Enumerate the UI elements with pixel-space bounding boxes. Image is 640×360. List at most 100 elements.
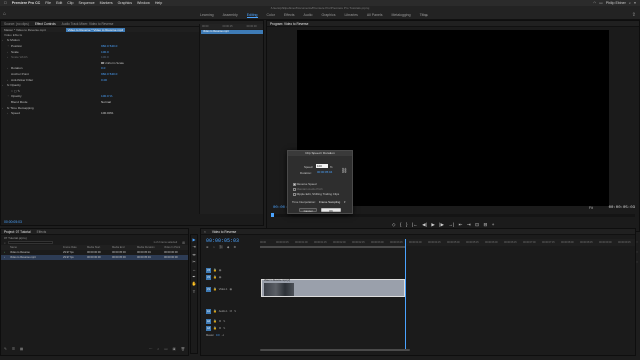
export-frame-icon[interactable]: ⊡: [475, 222, 479, 227]
lift-icon[interactable]: ⇤: [459, 222, 463, 227]
effect-controls-mini-timeline[interactable]: 00:00 00:00:15 00:00:30 Video to Reverse…: [199, 24, 263, 214]
apple-icon[interactable]: : [4, 1, 7, 5]
track-a3[interactable]: A3 🔒 M S: [206, 325, 260, 331]
add-marker-icon[interactable]: ◆: [227, 245, 229, 249]
project-row[interactable]: ▪ Video to Reverse.mp4 29.97 fps 00:00:0…: [1, 255, 188, 260]
menu-window[interactable]: Window: [137, 1, 150, 5]
search-icon[interactable]: ⌕: [629, 1, 631, 5]
project-search-input[interactable]: [7, 240, 53, 245]
interpolation-select[interactable]: Frame Sampling: [319, 200, 340, 204]
menu-markers[interactable]: Markers: [100, 1, 113, 5]
reverse-speed-option[interactable]: Reverse Speed: [293, 182, 317, 186]
tab-effects[interactable]: Effects: [37, 230, 47, 234]
extract-icon[interactable]: ⇥: [467, 222, 471, 227]
speed-input[interactable]: 100: [316, 164, 328, 168]
tab-source[interactable]: Source: (no clips): [4, 22, 29, 26]
step-forward-icon[interactable]: |▶: [439, 222, 444, 227]
ws-assembly[interactable]: Assembly: [223, 13, 238, 17]
ripple-edit-option[interactable]: Ripple Edit, Shifting Trailing Clips: [293, 192, 339, 196]
list-view-icon[interactable]: ☰: [12, 347, 15, 351]
link-icon[interactable]: ⛓: [341, 168, 347, 174]
nest-icon[interactable]: ⊕: [206, 245, 209, 249]
trash-icon[interactable]: 🗑: [181, 347, 185, 351]
maintain-pitch-checkbox[interactable]: [293, 187, 296, 191]
razor-icon[interactable]: ✂: [192, 259, 195, 264]
menu-file[interactable]: File: [45, 1, 51, 5]
mark-in-icon[interactable]: {: [400, 222, 402, 227]
scroll-up-icon[interactable]: ○: [636, 240, 638, 244]
wifi-icon[interactable]: ◠: [593, 1, 596, 5]
pen-icon[interactable]: ✒: [192, 274, 195, 279]
col-video-in[interactable]: Video In Point: [164, 246, 188, 249]
step-back-icon[interactable]: ◀|: [422, 222, 427, 227]
track-master[interactable]: Master 0.0 ⇥: [206, 332, 260, 338]
menu-sequence[interactable]: Sequence: [78, 1, 94, 5]
chevron-down-icon[interactable]: ▾: [344, 200, 345, 204]
add-marker-icon[interactable]: ◇: [392, 222, 395, 227]
program-playhead[interactable]: [271, 213, 274, 217]
slip-icon[interactable]: ↔: [192, 267, 196, 272]
selection-tool-icon[interactable]: ▶: [192, 237, 195, 242]
work-area-bar[interactable]: [260, 246, 406, 248]
ws-metalogging[interactable]: Metalogging: [392, 13, 411, 17]
col-name[interactable]: Name: [1, 246, 63, 249]
col-media-duration[interactable]: Media Duration: [137, 246, 164, 249]
new-search-bin-icon[interactable]: ⊞: [182, 241, 185, 245]
ws-learning[interactable]: Learning: [200, 13, 214, 17]
sequence-timecode[interactable]: 00:00:05:03: [206, 238, 239, 244]
ws-all-panels[interactable]: All Panels: [367, 13, 383, 17]
play-icon[interactable]: ▶: [431, 222, 434, 227]
fit-select[interactable]: Fit: [589, 206, 593, 210]
ws-effects[interactable]: Effects: [284, 13, 295, 17]
menu-help[interactable]: Help: [155, 1, 162, 5]
tab-program[interactable]: Program: Video to Reverse: [270, 22, 308, 26]
menu-edit[interactable]: Edit: [56, 1, 62, 5]
track-v1[interactable]: V1 🔒 Video 1 ◉: [206, 284, 260, 294]
app-name[interactable]: Premiere Pro CC: [12, 1, 41, 5]
new-item-icon[interactable]: ▣: [172, 347, 175, 351]
track-v3[interactable]: V3 🔒 ◉: [206, 267, 260, 273]
automate-icon[interactable]: ⋯: [149, 347, 152, 351]
ws-color[interactable]: Color: [267, 13, 275, 17]
ok-button[interactable]: OK: [321, 208, 341, 213]
menu-graphics[interactable]: Graphics: [118, 1, 132, 5]
track-v2[interactable]: V2 🔒 ◉: [206, 274, 260, 280]
maintain-pitch-option[interactable]: Maintain Audio Pitch: [293, 187, 323, 191]
go-to-in-icon[interactable]: |←: [412, 222, 418, 227]
cancel-button[interactable]: Cancel: [299, 208, 317, 213]
ws-graphics[interactable]: Graphics: [321, 13, 335, 17]
button-editor-icon[interactable]: +: [492, 222, 495, 227]
ripple-edit-checkbox[interactable]: [293, 192, 296, 196]
timeline-scrollbar[interactable]: [260, 349, 410, 351]
quick-export-icon[interactable]: ⇪: [632, 12, 636, 18]
home-icon[interactable]: ⌂: [3, 12, 9, 17]
track-a1[interactable]: A1 🔒 Audio 1MS: [206, 306, 260, 316]
mini-clip[interactable]: Video to Reverse.mp4: [201, 30, 263, 34]
program-scrubber[interactable]: [271, 213, 635, 217]
tab-project[interactable]: Project: 07 Tutorial: [4, 230, 31, 234]
more-workspaces-icon[interactable]: »: [425, 13, 427, 18]
track-a2[interactable]: A2 🔒 M S: [206, 318, 260, 324]
col-media-end[interactable]: Media End: [112, 246, 137, 249]
reverse-speed-checkbox[interactable]: [293, 182, 296, 186]
ws-editing[interactable]: Editing: [246, 13, 258, 18]
scroll-mid-icon[interactable]: ○: [636, 250, 638, 254]
icon-view-icon[interactable]: ▦: [20, 347, 23, 351]
mark-out-icon[interactable]: }: [406, 222, 408, 227]
hand-icon[interactable]: ✋: [192, 281, 197, 286]
menu-clip[interactable]: Clip: [67, 1, 73, 5]
snap-icon[interactable]: ∩: [213, 245, 215, 249]
ws-audio[interactable]: Audio: [304, 13, 313, 17]
user-name[interactable]: Philip Ebiner: [606, 1, 626, 5]
col-frame-rate[interactable]: Frame Rate: [63, 246, 87, 249]
uniform-scale-checkbox[interactable]: [101, 61, 104, 65]
close-icon[interactable]: ×: [204, 230, 206, 234]
tab-audio-mixer[interactable]: Audio Track Mixer: Video to Reverse: [62, 22, 114, 26]
source-clip-label[interactable]: Master * Video to Reverse.mp4: [4, 28, 46, 32]
scroll-down-icon[interactable]: ○: [636, 260, 638, 264]
comparison-view-icon[interactable]: ⊟: [483, 222, 487, 227]
col-media-start[interactable]: Media Start: [87, 246, 112, 249]
tab-effect-controls[interactable]: Effect Controls: [35, 22, 56, 26]
timeline-ruler[interactable]: 00:00 00:00:00:15 00:00:01:00 00:00:01:1…: [260, 239, 635, 246]
sequence-clip-label[interactable]: Video to Reverse * Video to Reverse.mp4: [65, 27, 126, 32]
